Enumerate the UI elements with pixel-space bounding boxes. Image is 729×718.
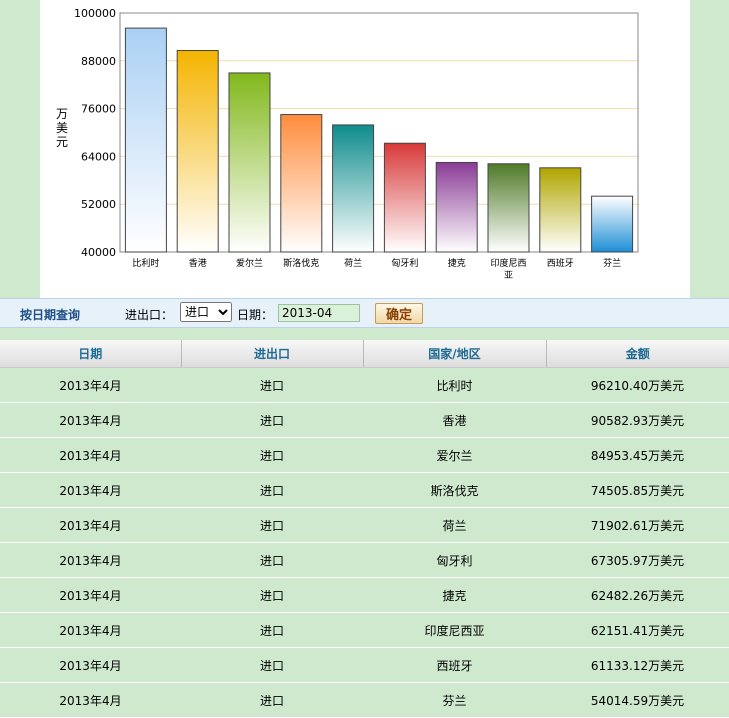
cell-date: 2013年4月 (0, 577, 181, 613)
cell-country: 香港 (363, 402, 546, 438)
bar[interactable] (539, 167, 582, 253)
bar[interactable] (332, 124, 375, 253)
header-io[interactable]: 进出口 (180, 340, 363, 368)
x-tick-label: 斯洛伐克 (283, 257, 319, 269)
table-row: 2013年4月 进口 捷克 62482.26万美元 (0, 577, 729, 613)
cell-amount: 71902.61万美元 (546, 507, 729, 543)
bar[interactable] (124, 27, 167, 253)
table-row: 2013年4月 进口 荷兰 71902.61万美元 (0, 507, 729, 543)
x-tick-label: 芬兰 (603, 257, 621, 269)
x-tick-label: 香港 (189, 257, 207, 269)
cell-country: 捷克 (363, 577, 546, 613)
x-tick-label: 荷兰 (344, 257, 362, 269)
table-row: 2013年4月 进口 印度尼西亚 62151.41万美元 (0, 612, 729, 648)
cell-io: 进口 (181, 437, 363, 473)
table-row: 2013年4月 进口 匈牙利 67305.97万美元 (0, 542, 729, 578)
cell-country: 斯洛伐克 (363, 472, 546, 508)
y-tick-label: 40000 (81, 246, 116, 259)
header-amount[interactable]: 金额 (545, 340, 729, 368)
cell-date: 2013年4月 (0, 647, 181, 683)
cell-io: 进口 (181, 577, 363, 613)
cell-date: 2013年4月 (0, 542, 181, 578)
table-row: 2013年4月 进口 斯洛伐克 74505.85万美元 (0, 472, 729, 508)
cell-country: 比利时 (363, 367, 546, 403)
x-tick-label: 西班牙 (547, 257, 574, 269)
x-tick-label: 印度尼西亚 (490, 257, 526, 281)
table-row: 2013年4月 进口 芬兰 54014.59万美元 (0, 682, 729, 718)
query-bar: 按日期查询 进出口： 进口 日期： 确定 (0, 298, 729, 328)
x-tick-label: 匈牙利 (391, 257, 418, 269)
cell-amount: 90582.93万美元 (546, 402, 729, 438)
chart-panel: 100000 88000 76000 64000 52000 40000 万美元比利时 香港 爱… (40, 0, 690, 298)
cell-date: 2013年4月 (0, 437, 181, 473)
cell-date: 2013年4月 (0, 682, 181, 718)
query-title: 按日期查询 (20, 308, 81, 322)
cell-io: 进口 (181, 647, 363, 683)
y-tick-label: 88000 (81, 55, 116, 68)
x-tick-label: 捷克 (448, 257, 466, 269)
cell-io: 进口 (181, 472, 363, 508)
cell-country: 西班牙 (363, 647, 546, 683)
x-tick-label: 比利时 (132, 257, 159, 269)
y-tick-label: 100000 (74, 7, 116, 20)
cell-io: 进口 (181, 612, 363, 648)
bar[interactable] (435, 161, 478, 253)
cell-date: 2013年4月 (0, 402, 181, 438)
bar[interactable] (383, 142, 426, 253)
y-tick-label: 52000 (81, 198, 116, 211)
header-date[interactable]: 日期 (0, 340, 181, 368)
spacer (0, 328, 729, 340)
data-table: 日期 进出口 国家/地区 金额 2013年4月 进口 比利时 96210.40万美元 2… (0, 340, 729, 718)
bar[interactable] (176, 50, 219, 253)
io-select[interactable]: 进口 (180, 302, 232, 322)
cell-io: 进口 (181, 367, 363, 403)
bar[interactable] (487, 163, 530, 253)
cell-country: 爱尔兰 (363, 437, 546, 473)
bar[interactable] (228, 72, 271, 253)
x-tick-label: 爱尔兰 (236, 257, 263, 269)
cell-date: 2013年4月 (0, 612, 181, 648)
table-row: 2013年4月 进口 西班牙 61133.12万美元 (0, 647, 729, 683)
cell-amount: 61133.12万美元 (546, 647, 729, 683)
y-tick-label: 76000 (81, 103, 116, 116)
cell-country: 匈牙利 (363, 542, 546, 578)
date-input[interactable] (278, 304, 360, 322)
table-header-row: 日期 进出口 国家/地区 金额 (0, 340, 729, 368)
date-label: 日期： (237, 308, 274, 322)
cell-date: 2013年4月 (0, 472, 181, 508)
cell-amount: 84953.45万美元 (546, 437, 729, 473)
table-row: 2013年4月 进口 爱尔兰 84953.45万美元 (0, 437, 729, 473)
bar-chart: 100000 88000 76000 64000 52000 40000 万美元比利时 香港 爱… (56, 7, 639, 281)
header-country[interactable]: 国家/地区 (362, 340, 546, 368)
cell-amount: 74505.85万美元 (546, 472, 729, 508)
y-tick-label: 64000 (81, 150, 116, 163)
cell-io: 进口 (181, 507, 363, 543)
cell-country: 荷兰 (363, 507, 546, 543)
bar[interactable] (591, 195, 634, 253)
table-row: 2013年4月 进口 比利时 96210.40万美元 (0, 367, 729, 403)
cell-country: 印度尼西亚 (363, 612, 546, 648)
cell-amount: 62482.26万美元 (546, 577, 729, 613)
cell-country: 芬兰 (363, 682, 546, 718)
cell-amount: 67305.97万美元 (546, 542, 729, 578)
cell-io: 进口 (181, 682, 363, 718)
cell-amount: 62151.41万美元 (546, 612, 729, 648)
y-axis-label: 万美元 (56, 107, 68, 149)
cell-amount: 54014.59万美元 (546, 682, 729, 718)
cell-date: 2013年4月 (0, 507, 181, 543)
io-label: 进出口： (125, 308, 174, 322)
cell-date: 2013年4月 (0, 367, 181, 403)
table-row: 2013年4月 进口 香港 90582.93万美元 (0, 402, 729, 438)
submit-button[interactable]: 确定 (375, 303, 423, 324)
cell-io: 进口 (181, 402, 363, 438)
bar[interactable] (280, 114, 323, 253)
cell-amount: 96210.40万美元 (546, 367, 729, 403)
cell-io: 进口 (181, 542, 363, 578)
